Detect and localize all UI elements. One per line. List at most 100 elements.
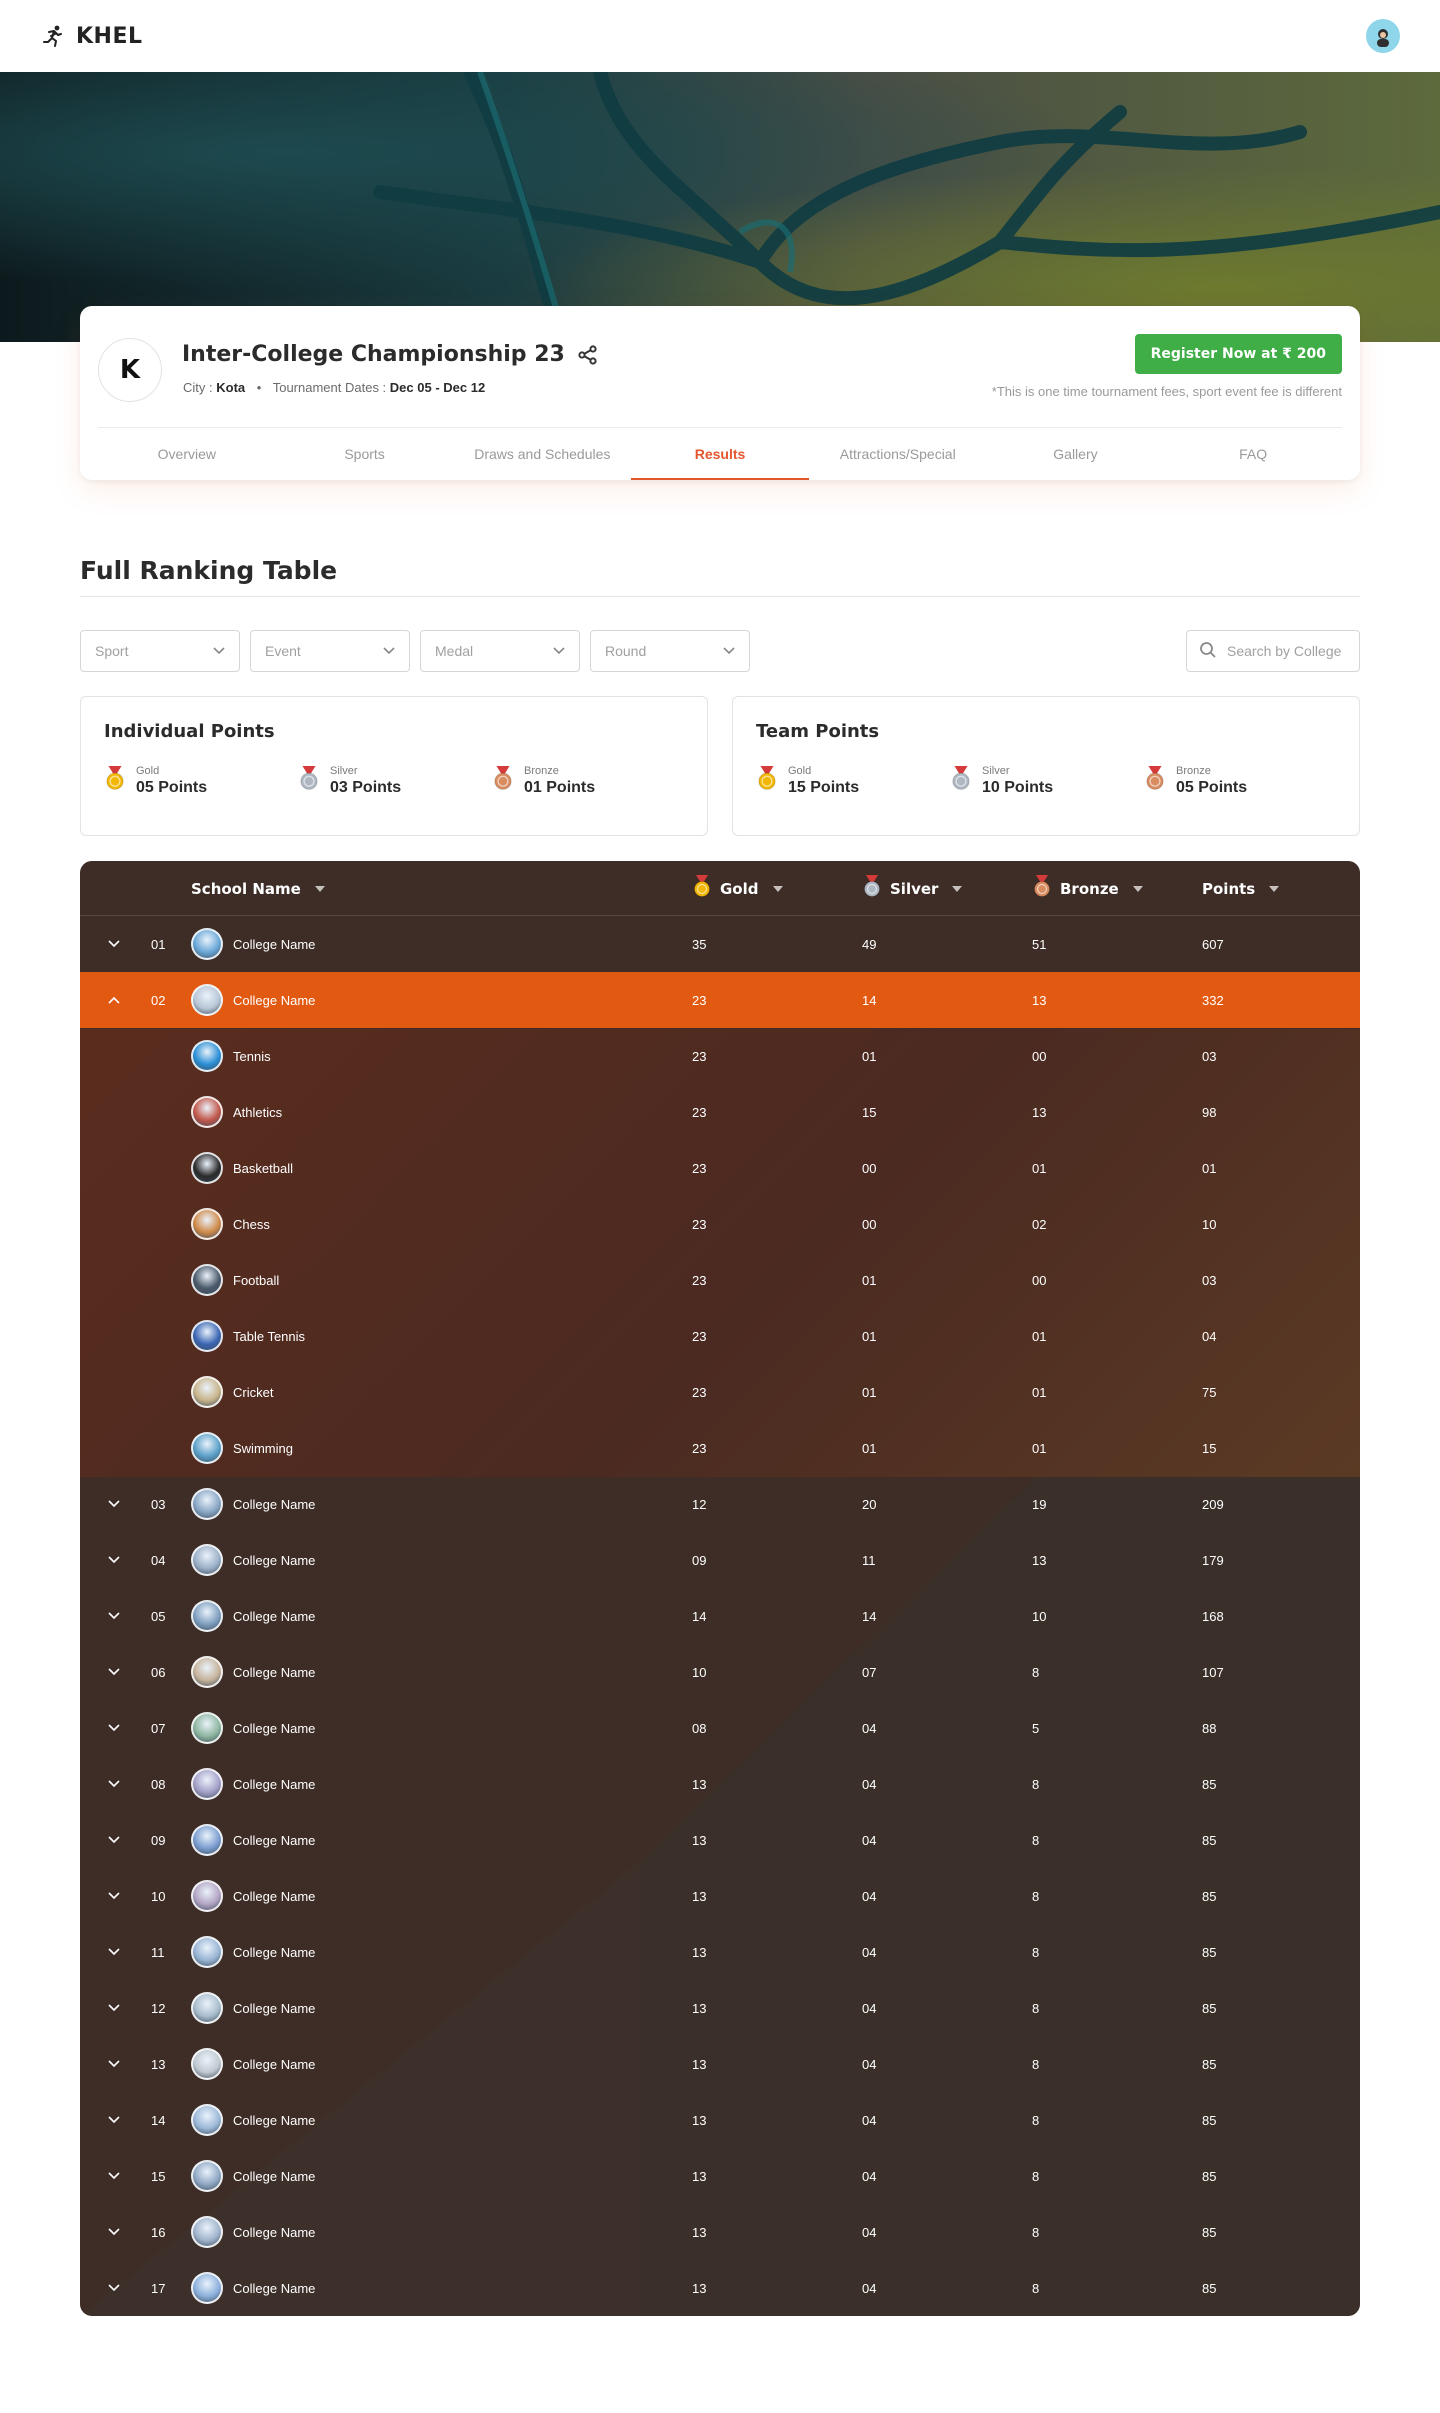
table-row[interactable]: 16 College Name 13 04 8 85 [80,2204,1360,2260]
silver-cell: 20 [862,1496,877,1512]
chevron-down-icon[interactable] [108,1644,120,1700]
chevron-down-icon[interactable] [108,2260,120,2316]
table-row[interactable]: 04 College Name 09 11 13 179 [80,1532,1360,1588]
table-row[interactable]: 12 College Name 13 04 8 85 [80,1980,1360,2036]
points-cell: 85 [1202,2224,1217,2240]
points-cell: 88 [1202,1720,1217,1736]
points-header[interactable]: Points [1202,861,1280,916]
chevron-down-icon[interactable] [108,2148,120,2204]
sport-filter-dropdown[interactable]: Sport [80,630,240,672]
school-name-cell[interactable]: College Name [233,1532,315,1588]
college-thumbnail [191,1476,223,1532]
tab-gallery[interactable]: Gallery [987,428,1165,480]
round-filter-dropdown[interactable]: Round [590,630,750,672]
table-row[interactable]: 03 College Name 12 20 19 209 [80,1476,1360,1532]
gold-cell: 23 [692,1216,707,1232]
table-row[interactable]: 11 College Name 13 04 8 85 [80,1924,1360,1980]
share-icon[interactable] [577,344,599,366]
chevron-down-icon[interactable] [108,2092,120,2148]
gold-cell: 12 [692,1496,707,1512]
table-row[interactable]: 15 College Name 13 04 8 85 [80,2148,1360,2204]
table-row[interactable]: 05 College Name 14 14 10 168 [80,1588,1360,1644]
school-name-cell[interactable]: College Name [233,2036,315,2092]
tab-sports[interactable]: Sports [276,428,454,480]
gold-cell: 23 [692,1328,707,1344]
tab-faq[interactable]: FAQ [1164,428,1342,480]
gold-header[interactable]: Gold [692,861,783,916]
chevron-down-icon[interactable] [108,1756,120,1812]
chevron-up-icon[interactable] [108,972,120,1028]
sort-caret-icon [952,885,963,892]
school-name-cell[interactable]: College Name [233,1812,315,1868]
table-row[interactable]: 08 College Name 13 04 8 85 [80,1756,1360,1812]
bronze-cell: 01 [1032,1384,1047,1400]
school-name-cell[interactable]: College Name [233,1476,315,1532]
chevron-down-icon[interactable] [108,1476,120,1532]
table-row[interactable]: 06 College Name 10 07 8 107 [80,1644,1360,1700]
medal-filter-dropdown[interactable]: Medal [420,630,580,672]
team-medal-row: Gold 15 Points Silver 10 Points Bronze 05 Poi… [756,765,1338,797]
bronze-cell: 00 [1032,1048,1047,1064]
top-navbar: KHEL [0,0,1440,72]
table-row[interactable]: 09 College Name 13 04 8 85 [80,1812,1360,1868]
table-row[interactable]: 07 College Name 08 04 5 88 [80,1700,1360,1756]
table-row[interactable]: 13 College Name 13 04 8 85 [80,2036,1360,2092]
chevron-down-icon[interactable] [108,1700,120,1756]
school-name-cell[interactable]: College Name [233,1700,315,1756]
college-thumbnail [191,1700,223,1756]
sport-breakdown-row: Basketball 23 00 01 01 [80,1140,1360,1196]
points-cell: 85 [1202,1888,1217,1904]
brand[interactable]: KHEL [40,23,143,49]
college-search-input[interactable]: Search by College [1186,630,1360,672]
table-row[interactable]: 14 College Name 13 04 8 85 [80,2092,1360,2148]
chevron-down-icon[interactable] [108,1532,120,1588]
rank-cell: 07 [151,1720,166,1736]
college-thumbnail [191,1868,223,1924]
table-row[interactable]: 10 College Name 13 04 8 85 [80,1868,1360,1924]
chevron-down-icon[interactable] [108,2204,120,2260]
silver-medal-icon [862,875,882,902]
chevron-down-icon[interactable] [108,1868,120,1924]
school-name-cell[interactable]: College Name [233,1980,315,2036]
medal-points: 05 Points [1176,779,1248,796]
school-name-cell[interactable]: College Name [233,2260,315,2316]
chevron-down-icon[interactable] [108,1588,120,1644]
user-avatar[interactable] [1366,19,1400,53]
school-name-cell[interactable]: College Name [233,2148,315,2204]
tab-attractions[interactable]: Attractions/Special [809,428,987,480]
sort-caret-icon [1269,885,1280,892]
school-name-header[interactable]: School Name [191,861,325,916]
school-name-cell[interactable]: College Name [233,972,315,1028]
chevron-down-icon[interactable] [108,1980,120,2036]
silver-cell: 04 [862,1888,877,1904]
points-cell: 179 [1202,1552,1224,1568]
school-name-cell[interactable]: College Name [233,1644,315,1700]
table-row[interactable]: 02 College Name 23 14 13 332 [80,972,1360,1028]
chevron-down-icon[interactable] [108,2036,120,2092]
event-filter-dropdown[interactable]: Event [250,630,410,672]
register-button[interactable]: Register Now at ₹ 200 [1134,334,1342,374]
chevron-down-icon[interactable] [108,1812,120,1868]
tab-results[interactable]: Results [631,428,809,480]
silver-header[interactable]: Silver [862,861,963,916]
chevron-down-icon[interactable] [108,1924,120,1980]
table-row[interactable]: 01 College Name 35 49 51 607 [80,916,1360,972]
table-row[interactable]: 17 College Name 13 04 8 85 [80,2260,1360,2316]
school-name-cell[interactable]: College Name [233,1588,315,1644]
bronze-cell: 8 [1032,1944,1040,1960]
points-cell: 85 [1202,1944,1217,1960]
tab-draws-and-schedules[interactable]: Draws and Schedules [453,428,631,480]
school-name-cell[interactable]: College Name [233,1924,315,1980]
tab-overview[interactable]: Overview [98,428,276,480]
medal-points: 15 Points [788,779,860,796]
chevron-down-icon[interactable] [108,916,120,972]
school-name-cell[interactable]: College Name [233,2204,315,2260]
bronze-header[interactable]: Bronze [1032,861,1143,916]
gold-cell: 08 [692,1720,707,1736]
school-name-cell[interactable]: College Name [233,1756,315,1812]
school-name-cell[interactable]: College Name [233,2092,315,2148]
college-thumbnail [191,1588,223,1644]
dates-label: Tournament Dates : [272,380,387,395]
school-name-cell[interactable]: College Name [233,916,315,972]
school-name-cell[interactable]: College Name [233,1868,315,1924]
